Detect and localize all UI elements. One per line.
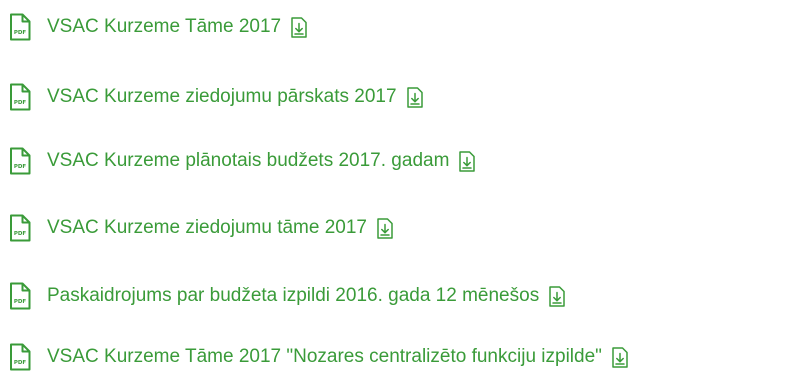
document-item: PDF VSAC Kurzeme ziedojumu pārskats 2017 [9,83,423,111]
pdf-badge: PDF [14,100,27,106]
document-item: PDF VSAC Kurzeme Tāme 2017 [9,13,307,41]
download-icon[interactable] [612,346,628,368]
pdf-file-icon: PDF [9,13,31,41]
pdf-file-icon: PDF [9,83,31,111]
document-item: PDF VSAC Kurzeme ziedojumu tāme 2017 [9,214,393,242]
download-icon[interactable] [406,86,423,108]
pdf-badge: PDF [14,360,27,366]
pdf-file-icon: PDF [9,214,31,242]
download-icon[interactable] [549,285,565,307]
download-icon[interactable] [377,217,393,239]
document-link[interactable]: Paskaidrojums par budžeta izpildi 2016. … [47,282,539,310]
pdf-file-icon: PDF [9,282,31,310]
document-item: PDF VSAC Kurzeme plānotais budžets 2017.… [9,147,476,175]
pdf-file-icon: PDF [9,147,31,175]
document-link[interactable]: VSAC Kurzeme plānotais budžets 2017. gad… [47,147,449,175]
pdf-badge: PDF [14,231,27,237]
document-link[interactable]: VSAC Kurzeme Tāme 2017 [47,13,281,41]
download-icon[interactable] [459,150,476,172]
pdf-badge: PDF [14,299,27,305]
pdf-file-icon: PDF [9,343,31,371]
pdf-badge: PDF [14,30,27,36]
document-link[interactable]: VSAC Kurzeme ziedojumu tāme 2017 [47,214,367,242]
pdf-badge: PDF [14,164,27,170]
document-link[interactable]: VSAC Kurzeme Tāme 2017 "Nozares centrali… [47,343,602,371]
document-item: PDF VSAC Kurzeme Tāme 2017 "Nozares cent… [9,343,628,371]
download-icon[interactable] [291,16,307,38]
document-link[interactable]: VSAC Kurzeme ziedojumu pārskats 2017 [47,83,397,111]
document-item: PDF Paskaidrojums par budžeta izpildi 20… [9,282,565,310]
